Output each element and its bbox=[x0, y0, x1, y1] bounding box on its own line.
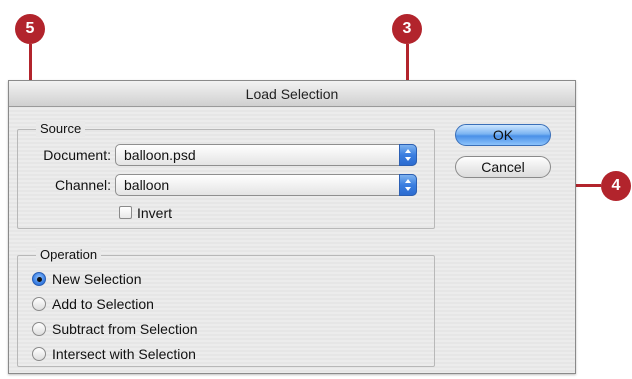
radio-intersect-with-selection[interactable]: Intersect with Selection bbox=[32, 345, 252, 363]
callout-3: 3 bbox=[392, 14, 422, 44]
load-selection-dialog: Load Selection Source Document: balloon.… bbox=[8, 80, 576, 374]
radio-icon[interactable] bbox=[32, 322, 46, 336]
channel-select[interactable]: balloon bbox=[115, 174, 417, 196]
radio-label: Intersect with Selection bbox=[52, 346, 196, 362]
channel-select-value: balloon bbox=[124, 177, 170, 193]
radio-label: New Selection bbox=[52, 271, 142, 287]
popup-arrows-icon bbox=[399, 144, 417, 166]
radio-selected-icon[interactable] bbox=[32, 272, 46, 286]
radio-add-to-selection[interactable]: Add to Selection bbox=[32, 295, 232, 313]
invert-checkbox[interactable] bbox=[119, 206, 132, 219]
source-group-label: Source bbox=[36, 121, 86, 137]
radio-label: Add to Selection bbox=[52, 296, 154, 312]
operation-group-label: Operation bbox=[36, 247, 102, 263]
radio-label: Subtract from Selection bbox=[52, 321, 198, 337]
radio-subtract-from-selection[interactable]: Subtract from Selection bbox=[32, 320, 252, 338]
callout-5: 5 bbox=[15, 14, 45, 44]
radio-icon[interactable] bbox=[32, 347, 46, 361]
radio-new-selection[interactable]: New Selection bbox=[32, 270, 232, 288]
popup-arrows-icon bbox=[399, 174, 417, 196]
ok-button[interactable]: OK bbox=[455, 124, 551, 146]
radio-icon[interactable] bbox=[32, 297, 46, 311]
invert-row[interactable]: Invert bbox=[119, 204, 199, 222]
channel-label: Channel: bbox=[54, 177, 111, 193]
cancel-button[interactable]: Cancel bbox=[455, 156, 551, 178]
document-select[interactable]: balloon.psd bbox=[115, 144, 417, 166]
dialog-title: Load Selection bbox=[9, 81, 575, 107]
callout-4: 4 bbox=[601, 171, 631, 201]
invert-label: Invert bbox=[137, 205, 173, 221]
dialog-content: Source Document: balloon.psd Channel: ba… bbox=[9, 108, 575, 373]
document-select-value: balloon.psd bbox=[124, 147, 196, 163]
document-label: Document: bbox=[43, 147, 111, 163]
